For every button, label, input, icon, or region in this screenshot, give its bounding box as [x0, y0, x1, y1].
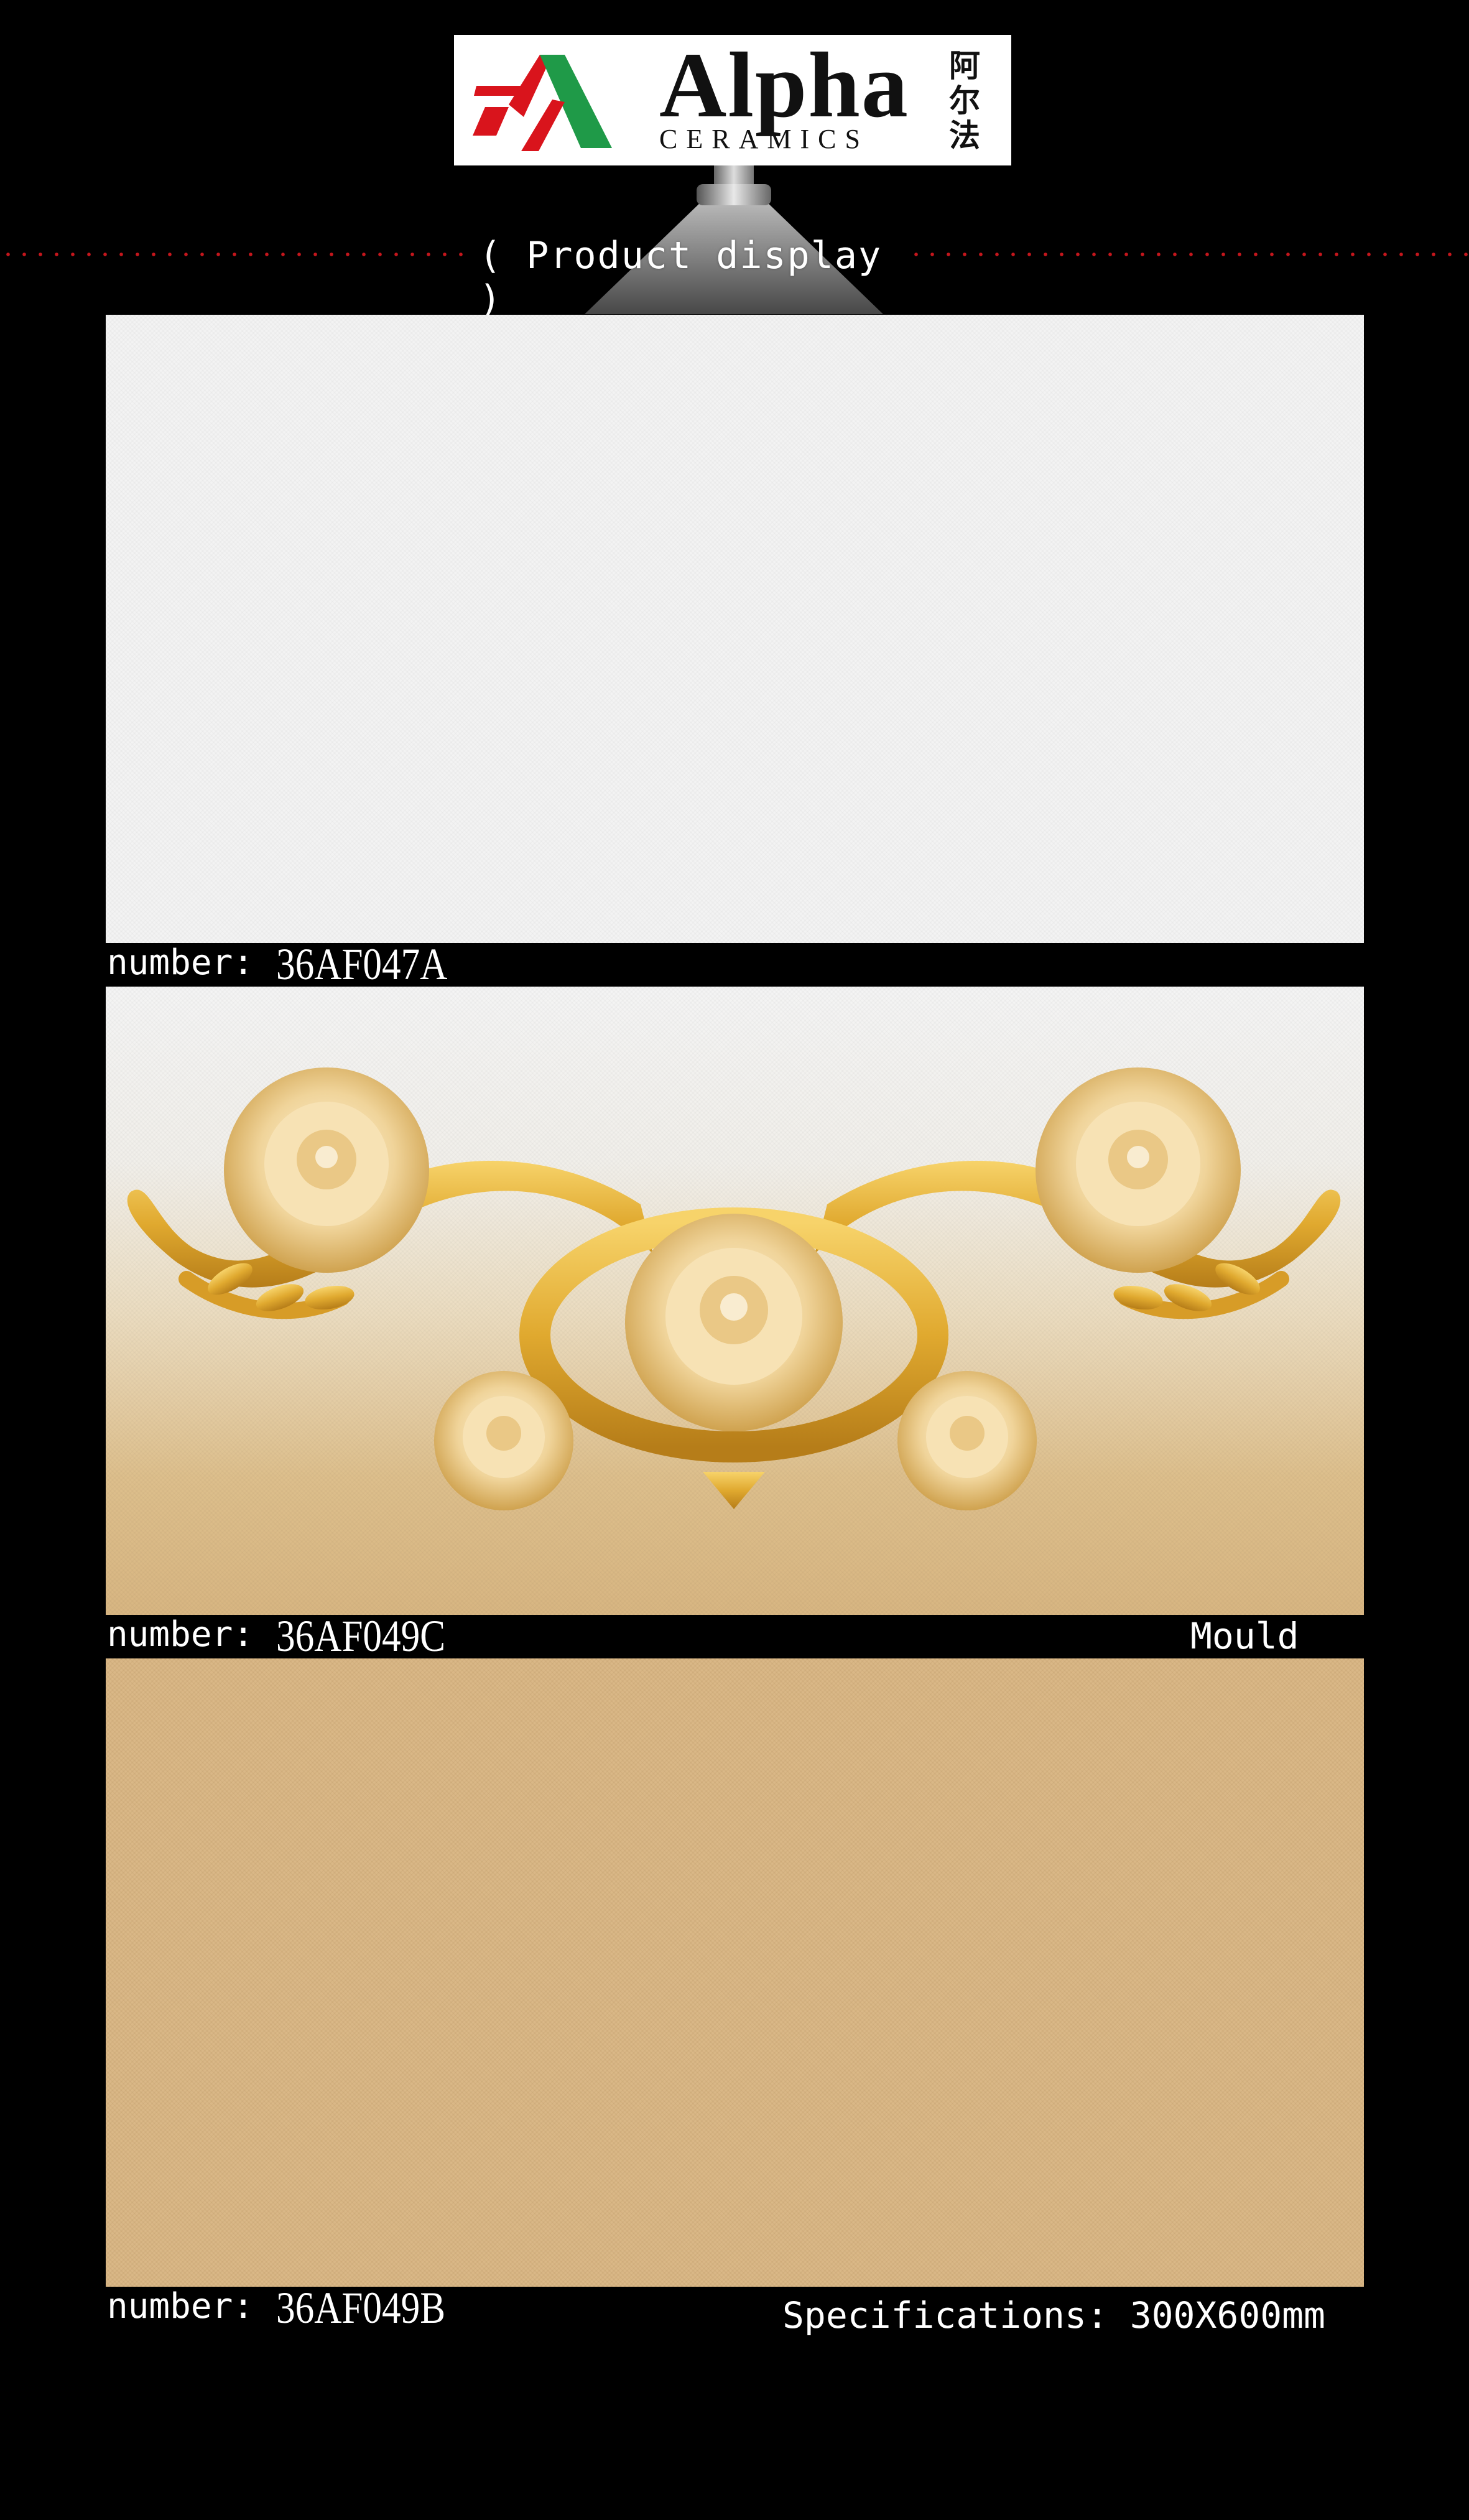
brand-subtitle: CERAMICS [659, 124, 869, 154]
tile-image-2 [106, 987, 1364, 1615]
spotlight-head [697, 184, 771, 205]
product-number-2: 36AF049C [276, 1611, 446, 1661]
dotted-divider-left [0, 253, 473, 256]
golden-rose-ornament [127, 1067, 1341, 1510]
tile-image-1 [106, 315, 1364, 943]
section-title: ( Product display ) [479, 234, 883, 321]
dotted-divider-right [908, 253, 1469, 256]
product-number-3: 36AF049B [276, 2283, 446, 2333]
product-number-1: 36AF047A [276, 939, 448, 989]
product-number-label-2: number: [107, 1614, 254, 1655]
tile-image-3 [106, 1658, 1364, 2287]
brand-chinese-name: 阿尔法 [949, 48, 980, 154]
alpha-logo-icon [473, 55, 612, 151]
product-number-label-1: number: [107, 942, 254, 983]
brand-logo: Alpha CERAMICS 阿尔法 [454, 35, 1011, 165]
specifications-label: Specifications: 300X600mm [782, 2294, 1325, 2336]
brand-name: Alpha [659, 34, 909, 137]
product-type-label: Mould [1190, 1615, 1299, 1657]
product-number-label-3: number: [107, 2286, 254, 2327]
